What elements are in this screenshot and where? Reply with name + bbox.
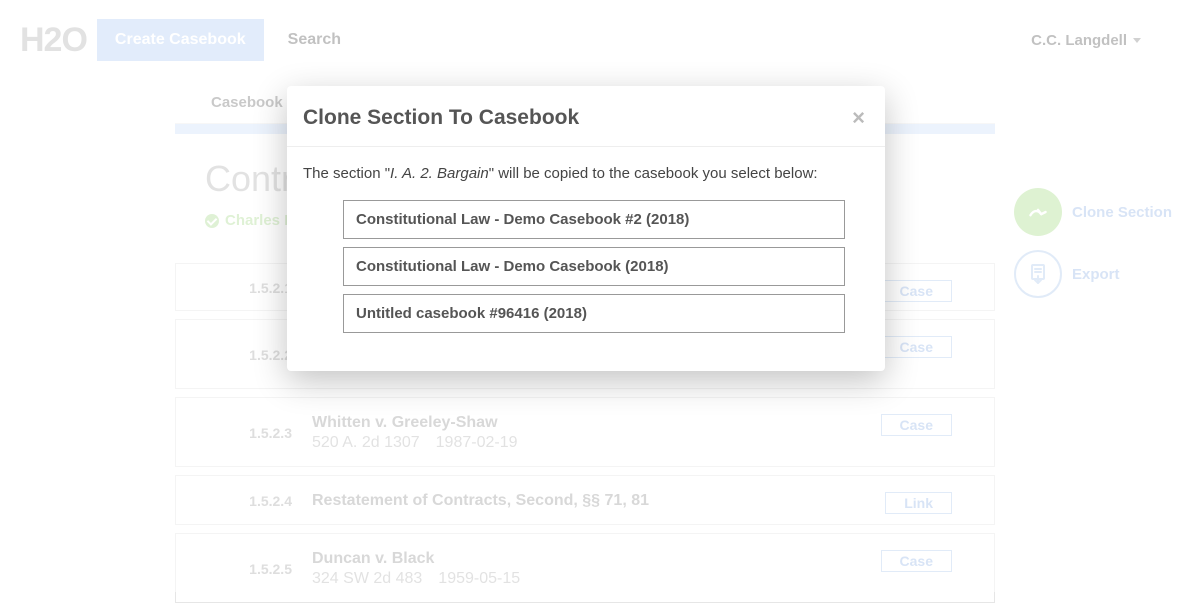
close-icon[interactable]: × [852, 107, 865, 129]
clone-section-modal: Clone Section To Casebook × The section … [287, 86, 885, 371]
modal-description: The section "I. A. 2. Bargain" will be c… [303, 165, 869, 182]
modal-title: Clone Section To Casebook [303, 106, 579, 130]
casebook-option[interactable]: Constitutional Law - Demo Casebook #2 (2… [343, 200, 845, 239]
modal-header: Clone Section To Casebook × [287, 86, 885, 147]
casebook-option[interactable]: Constitutional Law - Demo Casebook (2018… [343, 247, 845, 286]
casebook-option[interactable]: Untitled casebook #96416 (2018) [343, 294, 845, 333]
modal-body: The section "I. A. 2. Bargain" will be c… [287, 147, 885, 371]
